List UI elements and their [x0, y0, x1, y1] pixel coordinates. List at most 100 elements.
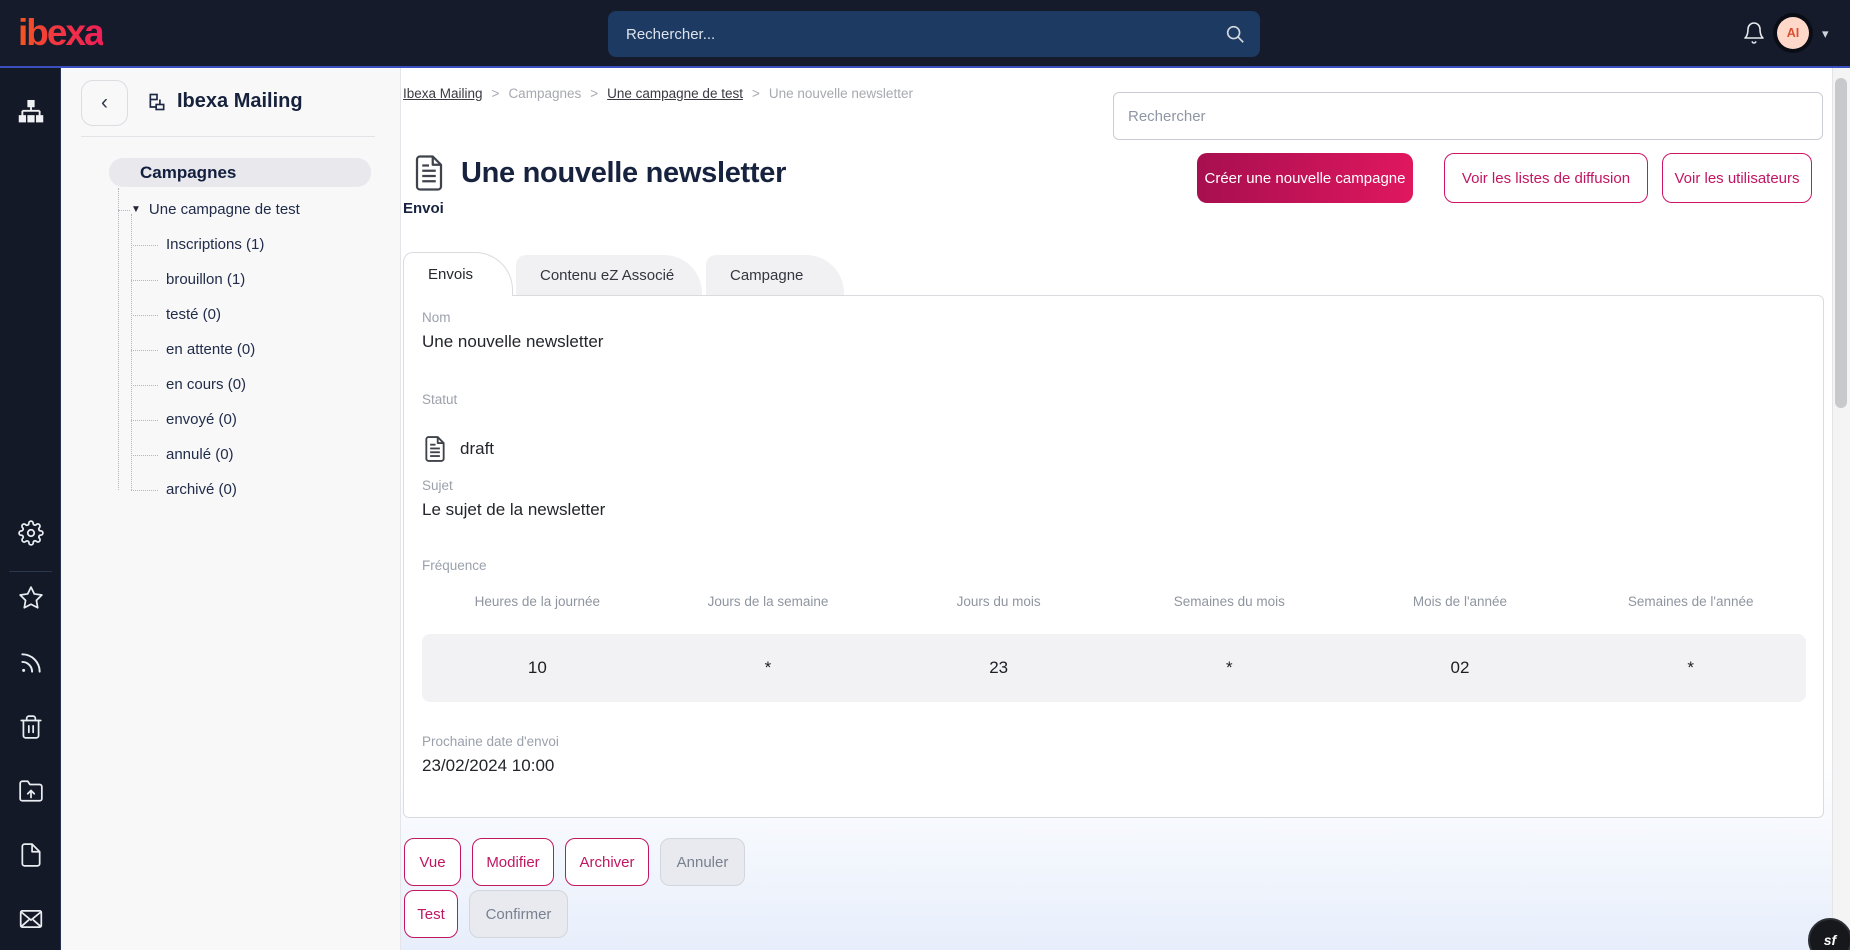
symfony-profiler-badge[interactable]: sf — [1808, 918, 1850, 950]
frequency-value: * — [1575, 658, 1806, 678]
media-upload-folder-icon[interactable] — [0, 778, 61, 804]
confirmer-button[interactable]: Confirmer — [469, 890, 568, 938]
notifications-bell-icon[interactable] — [1742, 21, 1766, 50]
tree-connector — [118, 210, 130, 211]
tree-connector — [131, 280, 158, 281]
newsletter-document-icon — [411, 153, 447, 193]
breadcrumb: Ibexa Mailing > Campagnes > Une campagne… — [403, 86, 913, 101]
rail-divider — [9, 571, 52, 572]
frequency-value: * — [653, 658, 884, 678]
tab-contenu-ez-associe[interactable]: Contenu eZ Associé — [516, 255, 702, 295]
page-subtitle: Envoi — [403, 200, 444, 217]
breadcrumb-separator: > — [752, 86, 760, 101]
breadcrumb-current: Une nouvelle newsletter — [769, 86, 913, 101]
tree-connector — [131, 420, 158, 421]
statut-label: Statut — [422, 392, 457, 407]
global-search[interactable] — [608, 11, 1260, 57]
breadcrumb-separator: > — [492, 86, 500, 101]
mailing-envelope-icon[interactable] — [0, 906, 61, 932]
app-tree-icon — [147, 92, 167, 112]
sidebar-section-campagnes[interactable]: Campagnes — [109, 158, 371, 187]
tree-connector — [131, 350, 158, 351]
nav-rail — [0, 68, 61, 950]
frequency-value: 02 — [1345, 658, 1576, 678]
content-tree-icon[interactable] — [0, 98, 61, 126]
tree-connector — [131, 455, 158, 456]
content-search[interactable] — [1113, 92, 1823, 140]
drafts-file-icon[interactable] — [0, 842, 61, 868]
frequency-column-header: Semaines du mois — [1114, 594, 1345, 609]
tree-item-brouillon[interactable]: brouillon (1) — [166, 271, 245, 288]
modifier-button[interactable]: Modifier — [472, 838, 554, 886]
tree-item-en-attente[interactable]: en attente (0) — [166, 341, 255, 358]
tree-item-en-cours[interactable]: en cours (0) — [166, 376, 246, 393]
frequency-column-header: Jours du mois — [883, 594, 1114, 609]
frequency-value: 23 — [883, 658, 1114, 678]
page-title: Une nouvelle newsletter — [461, 157, 786, 190]
scrollbar-thumb[interactable] — [1835, 78, 1847, 408]
frequency-column-header: Semaines de l'année — [1575, 594, 1806, 609]
tree-item-inscriptions[interactable]: Inscriptions (1) — [166, 236, 264, 253]
bookmarks-star-icon[interactable] — [0, 585, 61, 611]
avatar-initials: AI — [1777, 17, 1809, 49]
user-avatar[interactable]: AI — [1773, 13, 1813, 53]
breadcrumb-ibexa-mailing[interactable]: Ibexa Mailing — [403, 86, 483, 101]
tree-expand-caret-icon[interactable]: ▼ — [131, 204, 141, 215]
frequency-value: 10 — [422, 658, 653, 678]
vue-button[interactable]: Vue — [404, 838, 461, 886]
breadcrumb-campagne-test[interactable]: Une campagne de test — [607, 86, 743, 101]
view-diffusion-lists-button[interactable]: Voir les listes de diffusion — [1444, 153, 1648, 203]
tree-connector — [131, 245, 158, 246]
draft-status-icon — [422, 434, 448, 464]
sujet-value: Le sujet de la newsletter — [422, 500, 605, 520]
tree-connector — [131, 315, 158, 316]
next-send-value: 23/02/2024 10:00 — [422, 756, 554, 776]
ibexa-mailing-screen: ibexa AI ▾ — [0, 0, 1850, 950]
annuler-button[interactable]: Annuler — [660, 838, 745, 886]
app-title: Ibexa Mailing — [177, 90, 303, 113]
nom-label: Nom — [422, 310, 451, 325]
breadcrumb-campagnes: Campagnes — [508, 86, 581, 101]
create-campaign-button[interactable]: Créer une nouvelle campagne — [1197, 153, 1413, 203]
tree-item-label: Une campagne de test — [149, 201, 300, 218]
nom-value: Une nouvelle newsletter — [422, 332, 603, 352]
sidebar-collapse-button[interactable]: ‹ — [81, 80, 128, 126]
trash-icon[interactable] — [0, 714, 61, 740]
feed-rss-icon[interactable] — [0, 650, 61, 676]
tree-connector — [131, 490, 158, 491]
archiver-button[interactable]: Archiver — [565, 838, 649, 886]
main-content: Ibexa Mailing > Campagnes > Une campagne… — [401, 68, 1832, 950]
tree-item-campaign[interactable]: ▼ Une campagne de test — [131, 201, 300, 218]
frequence-label: Fréquence — [422, 558, 487, 573]
test-button[interactable]: Test — [404, 890, 458, 938]
sidebar-divider — [81, 136, 375, 137]
search-icon[interactable] — [1224, 23, 1246, 45]
page-scrollbar[interactable] — [1832, 68, 1850, 950]
sidebar: ‹ Ibexa Mailing Campagnes ▼ Une campagne… — [61, 68, 401, 950]
breadcrumb-separator: > — [590, 86, 598, 101]
tree-line-root — [118, 188, 119, 490]
tree-item-archive[interactable]: archivé (0) — [166, 481, 237, 498]
settings-gear-icon[interactable] — [0, 520, 61, 546]
ibexa-logo[interactable]: ibexa — [18, 12, 103, 54]
envoi-details-panel: Nom Une nouvelle newsletter Statut draft… — [403, 295, 1824, 818]
frequency-values-row: 10 * 23 * 02 * — [422, 634, 1806, 702]
tab-envois[interactable]: Envois — [403, 252, 513, 296]
frequency-header-row: Heures de la journée Jours de la semaine… — [422, 594, 1806, 609]
tree-item-envoye[interactable]: envoyé (0) — [166, 411, 237, 428]
sujet-label: Sujet — [422, 478, 453, 493]
tab-campagne[interactable]: Campagne — [706, 255, 844, 295]
tree-item-teste[interactable]: testé (0) — [166, 306, 221, 323]
global-search-input[interactable] — [626, 11, 1196, 57]
next-send-label: Prochaine date d'envoi — [422, 734, 559, 749]
tree-line-children — [131, 214, 132, 490]
view-users-button[interactable]: Voir les utilisateurs — [1662, 153, 1812, 203]
frequency-column-header: Heures de la journée — [422, 594, 653, 609]
content-search-input[interactable] — [1114, 93, 1822, 139]
user-menu-caret-icon[interactable]: ▾ — [1822, 26, 1829, 42]
tree-item-annule[interactable]: annulé (0) — [166, 446, 234, 463]
frequency-column-header: Jours de la semaine — [653, 594, 884, 609]
frequency-column-header: Mois de l'année — [1345, 594, 1576, 609]
statut-value: draft — [460, 439, 494, 459]
tree-connector — [131, 385, 158, 386]
